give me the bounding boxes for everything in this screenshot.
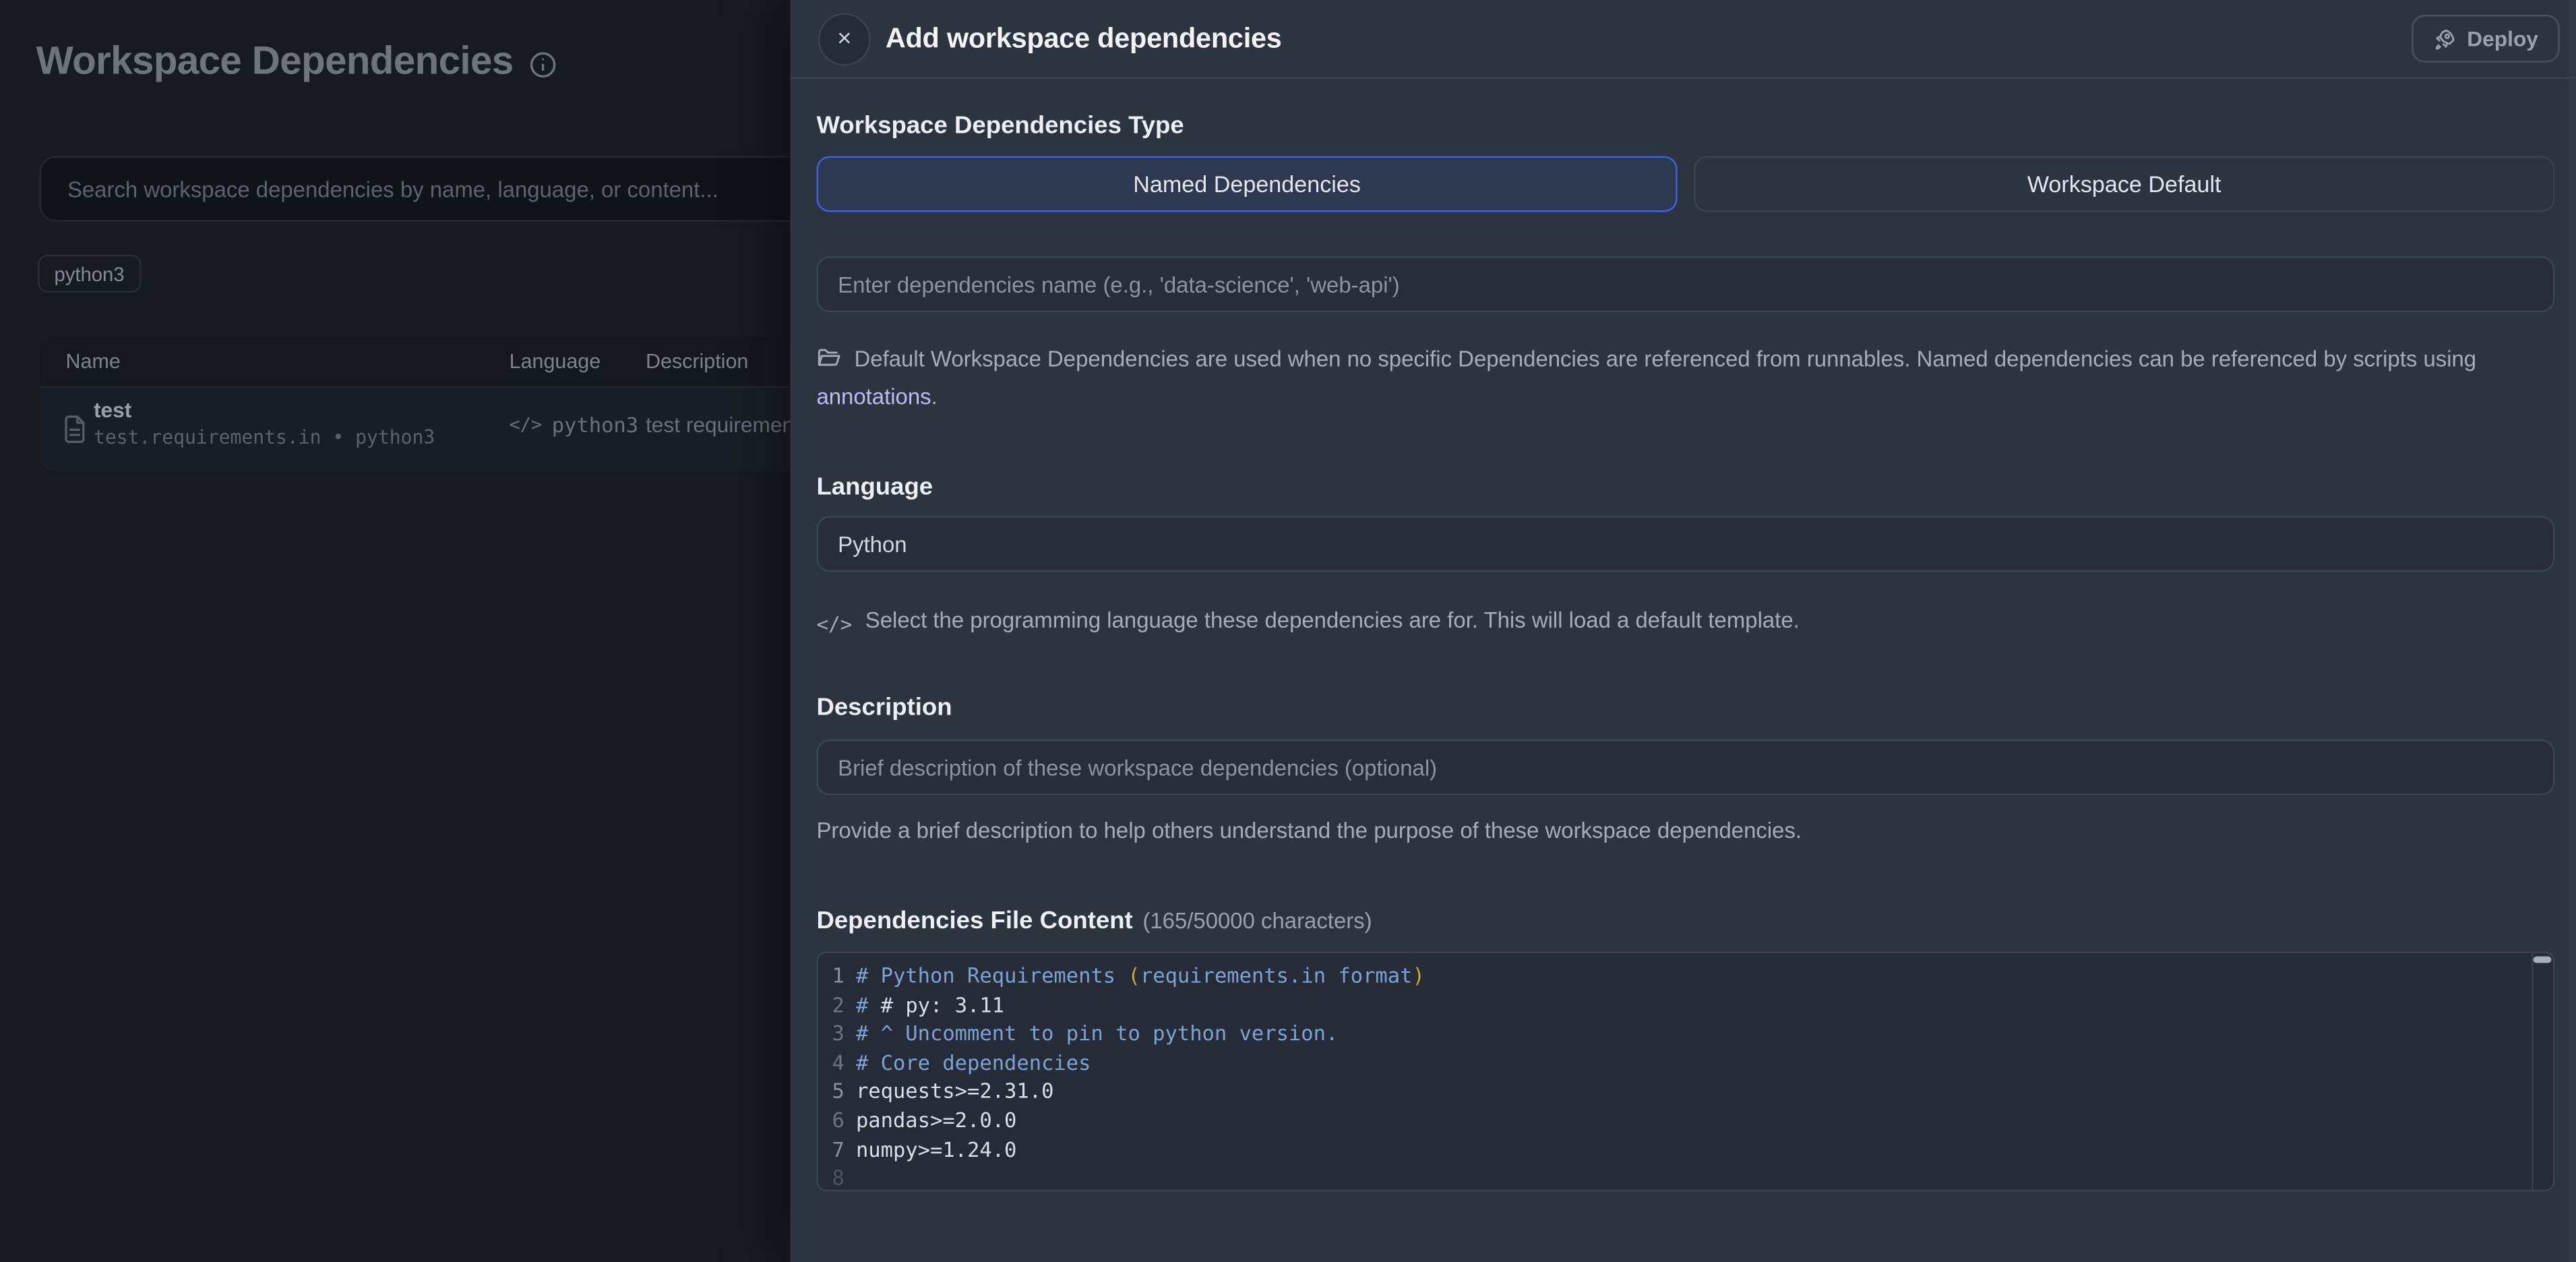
code-segment: # py: 3.11 — [881, 990, 1004, 1019]
code-line: 3 # ^ Uncomment to pin to python version. — [818, 1019, 2553, 1048]
editor-scrollbar-thumb[interactable] — [2534, 957, 2552, 963]
description-input[interactable] — [816, 740, 2554, 795]
code-icon: </> — [510, 414, 542, 435]
dependencies-code-editor[interactable]: 1 # Python Requirements (requirements.in … — [816, 951, 2554, 1191]
code-line: 2 # # py: 3.11 — [818, 990, 2553, 1019]
editor-lines: 1 # Python Requirements (requirements.in … — [818, 953, 2553, 1191]
type-tabs: Named Dependencies Workspace Default — [816, 156, 2554, 212]
filter-chip-python3[interactable]: python3 — [38, 255, 141, 293]
code-line: 5 requests>=2.31.0 — [818, 1077, 2553, 1106]
panel-title: Add workspace dependencies — [886, 22, 1282, 55]
type-help-before: Default Workspace Dependencies are used … — [855, 347, 2477, 371]
code-segment: pandas>=2.0.0 — [856, 1106, 1016, 1135]
language-select-value: Python — [838, 532, 907, 557]
row-description: test requirements — [646, 413, 811, 438]
code-icon: </> — [816, 608, 852, 642]
code-segment: ) — [1412, 961, 1424, 990]
code-segment: # — [856, 990, 881, 1019]
folder-open-icon — [816, 345, 841, 380]
line-number: 3 — [818, 1019, 845, 1048]
panel-scrollbar[interactable] — [2569, 0, 2576, 1262]
page-title-text: Workspace Dependencies — [36, 40, 514, 86]
language-select[interactable]: Python — [816, 516, 2554, 572]
code-line: 4 # Core dependencies — [818, 1048, 2553, 1077]
tab-named-dependencies-label: Named Dependencies — [1133, 171, 1361, 198]
close-icon: × — [837, 26, 851, 51]
line-number: 1 — [818, 961, 845, 990]
editor-scrollbar-track[interactable] — [2532, 953, 2553, 1190]
tab-workspace-default[interactable]: Workspace Default — [1694, 156, 2554, 212]
tab-workspace-default-label: Workspace Default — [2027, 171, 2221, 198]
language-help-text: </> Select the programming language these… — [816, 603, 2554, 643]
code-segment: # ^ Uncomment to pin to python version. — [856, 1019, 1338, 1048]
panel-header: × Add workspace dependencies Deploy — [790, 0, 2576, 79]
line-number: 6 — [818, 1106, 845, 1135]
filter-chip-label: python3 — [54, 262, 124, 285]
line-number: 2 — [818, 990, 845, 1019]
line-number: 8 — [818, 1164, 845, 1191]
description-label: Description — [816, 694, 2554, 721]
add-dependencies-panel: × Add workspace dependencies Deploy — [790, 0, 2576, 1262]
dependencies-name-input[interactable] — [816, 256, 2554, 312]
row-language: python3 — [552, 413, 638, 438]
code-segment: # Core dependencies — [856, 1048, 1091, 1077]
description-help-text: Provide a brief description to help othe… — [816, 814, 2554, 848]
code-line: 6 pandas>=2.0.0 — [818, 1106, 2553, 1135]
line-number: 5 — [818, 1077, 845, 1106]
code-segment: # Python Requirements — [856, 961, 1128, 990]
tab-named-dependencies[interactable]: Named Dependencies — [816, 156, 1677, 212]
deploy-button[interactable]: Deploy — [2411, 15, 2559, 63]
code-line: 8 — [818, 1164, 2553, 1191]
language-help-label: Select the programming language these de… — [865, 608, 1800, 633]
rocket-icon — [2432, 27, 2455, 50]
code-segment: requirements.in format — [1140, 961, 1413, 990]
workspace-dependencies-screen: Workspace Dependencies python3 Name Lang… — [0, 0, 2576, 1262]
type-help-text: Default Workspace Dependencies are used … — [816, 342, 2554, 414]
page-title: Workspace Dependencies — [36, 40, 558, 86]
type-section-label: Workspace Dependencies Type — [816, 112, 2554, 140]
content-label: Dependencies File Content — [816, 907, 1132, 935]
language-label: Language — [816, 473, 2554, 501]
code-line: 7 numpy>=1.24.0 — [818, 1135, 2553, 1164]
deploy-label: Deploy — [2467, 26, 2538, 51]
line-number: 4 — [818, 1048, 845, 1077]
row-meta: test.requirements.in • python3 — [94, 425, 435, 448]
type-help-after: . — [931, 384, 938, 409]
code-segment: ( — [1128, 961, 1140, 990]
row-language-cell: </> python3 — [510, 413, 638, 438]
content-section-header: Dependencies File Content (165/50000 cha… — [816, 907, 2554, 935]
line-number: 7 — [818, 1135, 845, 1164]
close-button[interactable]: × — [818, 12, 871, 65]
column-header-name: Name — [66, 350, 121, 373]
file-text-icon — [61, 414, 88, 445]
column-header-language: Language — [510, 350, 601, 373]
panel-body: Workspace Dependencies Type Named Depend… — [790, 79, 2576, 1262]
column-header-description: Description — [646, 350, 748, 373]
code-segment: numpy>=1.24.0 — [856, 1135, 1016, 1164]
code-line: 1 # Python Requirements (requirements.in … — [818, 961, 2553, 990]
info-icon[interactable] — [530, 51, 557, 79]
annotations-link[interactable]: annotations — [816, 384, 931, 409]
code-segment: requests>=2.31.0 — [856, 1077, 1054, 1106]
char-counter: (165/50000 characters) — [1142, 909, 1372, 934]
row-name: test — [94, 398, 131, 423]
